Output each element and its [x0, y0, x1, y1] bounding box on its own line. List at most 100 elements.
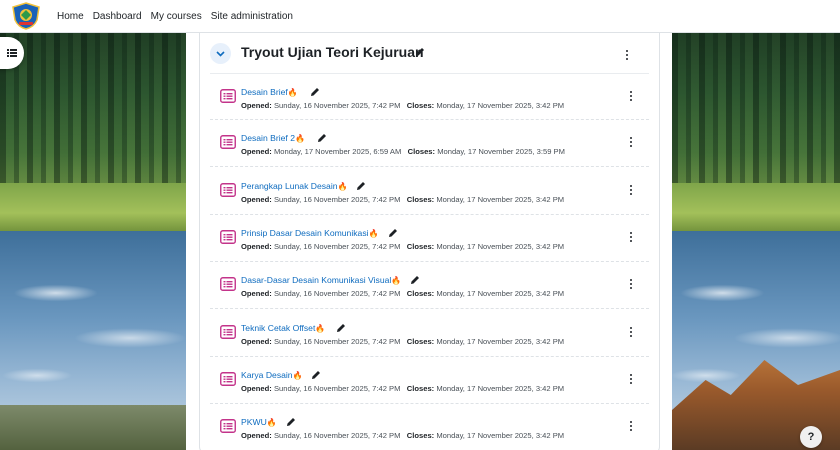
closes-label: Closes:: [406, 383, 435, 393]
fire-icon: 🔥: [315, 323, 326, 333]
opened-label: Opened:: [241, 336, 272, 346]
opened-date: Sunday, 16 November 2025, 7:42 PM: [273, 194, 401, 204]
closes-date: Monday, 17 November 2025, 3:42 PM: [436, 336, 565, 346]
opened-date: Sunday, 16 November 2025, 7:42 PM: [273, 101, 401, 110]
activity-dates: Opened: Monday, 17 November 2025, 6:59 A…: [241, 147, 565, 156]
activity-name: Karya Desain: [241, 369, 293, 380]
pencil-icon[interactable]: [388, 228, 398, 238]
activity-item: Prinsip Dasar Desain Komunikasi🔥 Opened: …: [210, 215, 649, 262]
closes-date: Monday, 17 November 2025, 3:42 PM: [436, 383, 565, 393]
fire-icon: 🔥: [294, 134, 305, 144]
assignment-icon: [220, 89, 236, 103]
school-crest-logo[interactable]: [8, 2, 44, 30]
activity-dates: Opened: Sunday, 16 November 2025, 7:42 P…: [241, 101, 564, 110]
activity-link[interactable]: Teknik Cetak Offset🔥: [241, 323, 325, 333]
opened-date: Sunday, 16 November 2025, 7:42 PM: [273, 241, 401, 251]
assignment-icon: [220, 229, 236, 244]
assignment-icon: [220, 419, 236, 434]
activity-dates: Opened: Sunday, 16 November 2025, 7:42 P…: [241, 195, 564, 204]
activity-actions-menu-icon[interactable]: [626, 230, 636, 244]
nav-link-my-courses[interactable]: My courses: [151, 11, 202, 22]
activity-link[interactable]: Perangkap Lunak Desain🔥: [241, 181, 347, 191]
pencil-icon[interactable]: [356, 181, 366, 191]
activity-dates: Opened: Sunday, 16 November 2025, 7:42 P…: [241, 289, 564, 298]
pencil-icon[interactable]: [336, 323, 346, 333]
list-icon: [7, 49, 17, 57]
activity-item: PKWU🔥 Opened: Sunday, 16 November 2025, 7…: [210, 404, 649, 450]
activity-dates: Opened: Sunday, 16 November 2025, 7:42 P…: [241, 384, 564, 393]
activity-name: Dasar-Dasar Desain Komunikasi Visual: [241, 275, 392, 286]
activity-dates: Opened: Sunday, 16 November 2025, 7:42 P…: [241, 337, 564, 346]
background-image-left: [0, 33, 186, 450]
opened-date: Sunday, 16 November 2025, 7:42 PM: [273, 383, 401, 393]
fire-icon: 🔥: [337, 181, 348, 191]
fire-icon: 🔥: [368, 228, 379, 238]
background-image-right: [672, 33, 840, 450]
closes-date: Monday, 17 November 2025, 3:42 PM: [436, 431, 565, 441]
nav-link-dashboard[interactable]: Dashboard: [93, 11, 142, 22]
pencil-icon[interactable]: [310, 87, 320, 97]
help-button[interactable]: ?: [800, 426, 822, 448]
fire-icon: 🔥: [287, 88, 298, 97]
closes-label: Closes:: [407, 147, 436, 157]
chevron-down-icon: [216, 50, 225, 57]
activity-actions-menu-icon[interactable]: [626, 135, 636, 149]
section-collapse-button[interactable]: [210, 43, 231, 64]
pencil-icon[interactable]: [286, 417, 296, 427]
closes-label: Closes:: [406, 241, 435, 251]
activity-name: Desain Brief 2: [241, 133, 295, 144]
closes-date: Monday, 17 November 2025, 3:42 PM: [436, 194, 565, 204]
opened-label: Opened:: [241, 101, 272, 110]
opened-date: Sunday, 16 November 2025, 7:42 PM: [273, 289, 401, 299]
activity-actions-menu-icon[interactable]: [626, 325, 636, 339]
activity-name: Perangkap Lunak Desain: [241, 180, 338, 191]
activity-actions-menu-icon[interactable]: [626, 372, 636, 386]
activity-actions-menu-icon[interactable]: [626, 277, 636, 291]
activity-item: Teknik Cetak Offset🔥 Opened: Sunday, 16 N…: [210, 310, 649, 357]
opened-date: Sunday, 16 November 2025, 7:42 PM: [273, 336, 401, 346]
top-navbar: Home Dashboard My courses Site administr…: [0, 0, 840, 33]
pencil-icon[interactable]: [311, 370, 321, 380]
closes-label: Closes:: [406, 194, 435, 204]
activity-link[interactable]: Desain Brief 2🔥: [241, 133, 305, 143]
pencil-icon[interactable]: [415, 47, 425, 57]
activity-item: Desain Brief🔥 Opened: Sunday, 16 November…: [210, 73, 649, 120]
section-actions-menu-icon[interactable]: [622, 48, 632, 62]
activity-name: PKWU: [241, 417, 267, 428]
assignment-icon: [220, 324, 236, 339]
opened-label: Opened:: [241, 431, 272, 441]
activity-link[interactable]: Prinsip Dasar Desain Komunikasi🔥: [241, 228, 379, 238]
assignment-icon: [220, 371, 236, 386]
closes-label: Closes:: [406, 101, 435, 110]
activity-link[interactable]: Dasar-Dasar Desain Komunikasi Visual🔥: [241, 275, 401, 285]
activity-link[interactable]: Desain Brief🔥: [241, 87, 298, 97]
opened-label: Opened:: [241, 241, 272, 251]
closes-label: Closes:: [406, 289, 435, 299]
section-title[interactable]: Tryout Ujian Teori Kejuruan: [241, 44, 424, 60]
nav-link-home[interactable]: Home: [57, 11, 84, 22]
activity-link[interactable]: Karya Desain🔥: [241, 370, 303, 380]
nav-link-site-administration[interactable]: Site administration: [211, 11, 293, 22]
course-section: Tryout Ujian Teori Kejuruan Desain Brief…: [199, 33, 660, 450]
activity-link[interactable]: PKWU🔥: [241, 417, 277, 427]
fire-icon: 🔥: [292, 370, 303, 380]
activity-actions-menu-icon[interactable]: [626, 89, 636, 103]
section-header: Tryout Ujian Teori Kejuruan: [200, 38, 661, 68]
assignment-icon: [220, 182, 236, 197]
opened-label: Opened:: [241, 383, 272, 393]
fire-icon: 🔥: [391, 276, 402, 286]
fire-icon: 🔥: [266, 418, 277, 428]
opened-date: Monday, 17 November 2025, 6:59 AM: [273, 147, 402, 157]
pencil-icon[interactable]: [410, 275, 420, 285]
activity-item: Perangkap Lunak Desain🔥 Opened: Sunday, 1…: [210, 168, 649, 215]
activity-actions-menu-icon[interactable]: [626, 183, 636, 197]
closes-label: Closes:: [406, 431, 435, 441]
activity-actions-menu-icon[interactable]: [626, 419, 636, 433]
activity-item: Karya Desain🔥 Opened: Sunday, 16 November…: [210, 357, 649, 404]
course-content: Tryout Ujian Teori Kejuruan Desain Brief…: [186, 33, 672, 450]
opened-label: Opened:: [241, 147, 272, 157]
assignment-icon: [220, 135, 236, 150]
opened-label: Opened:: [241, 289, 272, 299]
activity-name: Prinsip Dasar Desain Komunikasi: [241, 227, 369, 238]
pencil-icon[interactable]: [317, 133, 327, 143]
